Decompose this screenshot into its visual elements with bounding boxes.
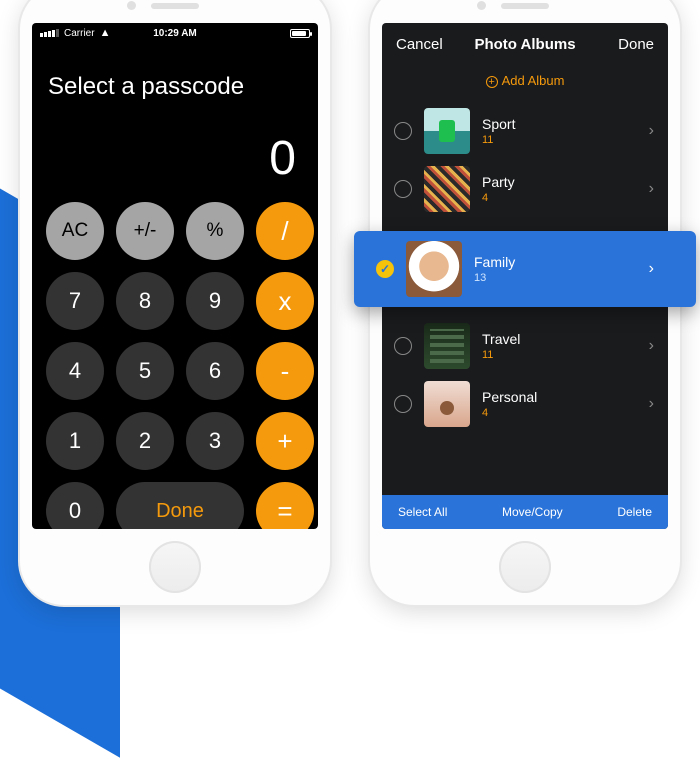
album-count: 11 xyxy=(482,349,637,361)
key-done[interactable]: Done xyxy=(116,482,244,529)
key-subtract[interactable]: - xyxy=(256,342,314,400)
clock: 10:29 AM xyxy=(153,28,197,39)
select-radio[interactable] xyxy=(394,180,412,198)
key-multiply[interactable]: x xyxy=(256,272,314,330)
key-3[interactable]: 3 xyxy=(186,412,244,470)
album-name: Personal xyxy=(482,389,637,405)
album-row-travel[interactable]: Travel 11 › xyxy=(382,317,668,375)
album-list: Sport 11 › Party 4 › xyxy=(382,102,668,218)
select-radio[interactable] xyxy=(394,395,412,413)
calc-keypad: AC +/- % / 7 8 9 x 4 5 6 - 1 2 3 + 0 Don… xyxy=(32,202,318,529)
key-9[interactable]: 9 xyxy=(186,272,244,330)
album-thumbnail xyxy=(406,241,462,297)
add-album-button[interactable]: + Add Album xyxy=(382,65,668,102)
status-bar: Carrier ▲ 10:29 AM xyxy=(32,23,318,43)
album-count: 4 xyxy=(482,407,637,419)
select-radio-checked[interactable]: ✓ xyxy=(376,260,394,278)
album-row-personal[interactable]: Personal 4 › xyxy=(382,375,668,433)
album-count: 4 xyxy=(482,192,637,204)
album-count: 13 xyxy=(474,272,637,284)
album-name: Sport xyxy=(482,116,637,132)
album-thumbnail xyxy=(424,323,470,369)
key-ac[interactable]: AC xyxy=(46,202,104,260)
calc-display: 0 xyxy=(32,111,318,202)
select-radio[interactable] xyxy=(394,337,412,355)
album-name: Travel xyxy=(482,331,637,347)
done-button[interactable]: Done xyxy=(618,36,654,53)
album-row-party[interactable]: Party 4 › xyxy=(382,160,668,218)
key-4[interactable]: 4 xyxy=(46,342,104,400)
add-album-label: Add Album xyxy=(502,73,565,88)
key-percent[interactable]: % xyxy=(186,202,244,260)
key-8[interactable]: 8 xyxy=(116,272,174,330)
key-6[interactable]: 6 xyxy=(186,342,244,400)
albums-screen: Cancel Photo Albums Done + Add Album Spor… xyxy=(382,23,668,529)
delete-button[interactable]: Delete xyxy=(617,505,652,519)
key-1[interactable]: 1 xyxy=(46,412,104,470)
nav-title: Photo Albums xyxy=(474,36,575,53)
home-button[interactable] xyxy=(149,541,201,593)
phone-speaker xyxy=(151,3,199,9)
phone-mockup-calculator: Carrier ▲ 10:29 AM Select a passcode 0 A… xyxy=(20,0,330,605)
key-plusminus[interactable]: +/- xyxy=(116,202,174,260)
phone-camera xyxy=(477,1,486,10)
album-thumbnail xyxy=(424,381,470,427)
album-row-family-selected[interactable]: ✓ Family 13 › xyxy=(354,231,696,307)
album-name: Party xyxy=(482,174,637,190)
battery-icon xyxy=(290,29,310,38)
select-radio[interactable] xyxy=(394,122,412,140)
signal-icon xyxy=(40,29,59,37)
key-divide[interactable]: / xyxy=(256,202,314,260)
key-5[interactable]: 5 xyxy=(116,342,174,400)
key-2[interactable]: 2 xyxy=(116,412,174,470)
wifi-icon: ▲ xyxy=(100,27,111,39)
album-row-sport[interactable]: Sport 11 › xyxy=(382,102,668,160)
key-0[interactable]: 0 xyxy=(46,482,104,529)
chevron-right-icon: › xyxy=(649,122,656,140)
calculator-screen: Carrier ▲ 10:29 AM Select a passcode 0 A… xyxy=(32,23,318,529)
chevron-right-icon: › xyxy=(649,337,656,355)
key-add[interactable]: + xyxy=(256,412,314,470)
key-7[interactable]: 7 xyxy=(46,272,104,330)
phone-speaker xyxy=(501,3,549,9)
move-copy-button[interactable]: Move/Copy xyxy=(502,505,563,519)
chevron-right-icon: › xyxy=(649,260,656,278)
album-name: Family xyxy=(474,254,637,270)
album-thumbnail xyxy=(424,166,470,212)
nav-bar: Cancel Photo Albums Done xyxy=(382,23,668,65)
bottom-toolbar: Select All Move/Copy Delete xyxy=(382,495,668,529)
plus-circle-icon: + xyxy=(486,76,498,88)
phone-camera xyxy=(127,1,136,10)
chevron-right-icon: › xyxy=(649,180,656,198)
home-button[interactable] xyxy=(499,541,551,593)
select-all-button[interactable]: Select All xyxy=(398,505,447,519)
passcode-prompt: Select a passcode xyxy=(32,43,318,111)
carrier-label: Carrier xyxy=(64,28,95,39)
key-equals[interactable]: = xyxy=(256,482,314,529)
cancel-button[interactable]: Cancel xyxy=(396,36,443,53)
album-count: 11 xyxy=(482,134,637,146)
phone-mockup-albums: Cancel Photo Albums Done + Add Album Spor… xyxy=(370,0,680,605)
chevron-right-icon: › xyxy=(649,395,656,413)
album-thumbnail xyxy=(424,108,470,154)
